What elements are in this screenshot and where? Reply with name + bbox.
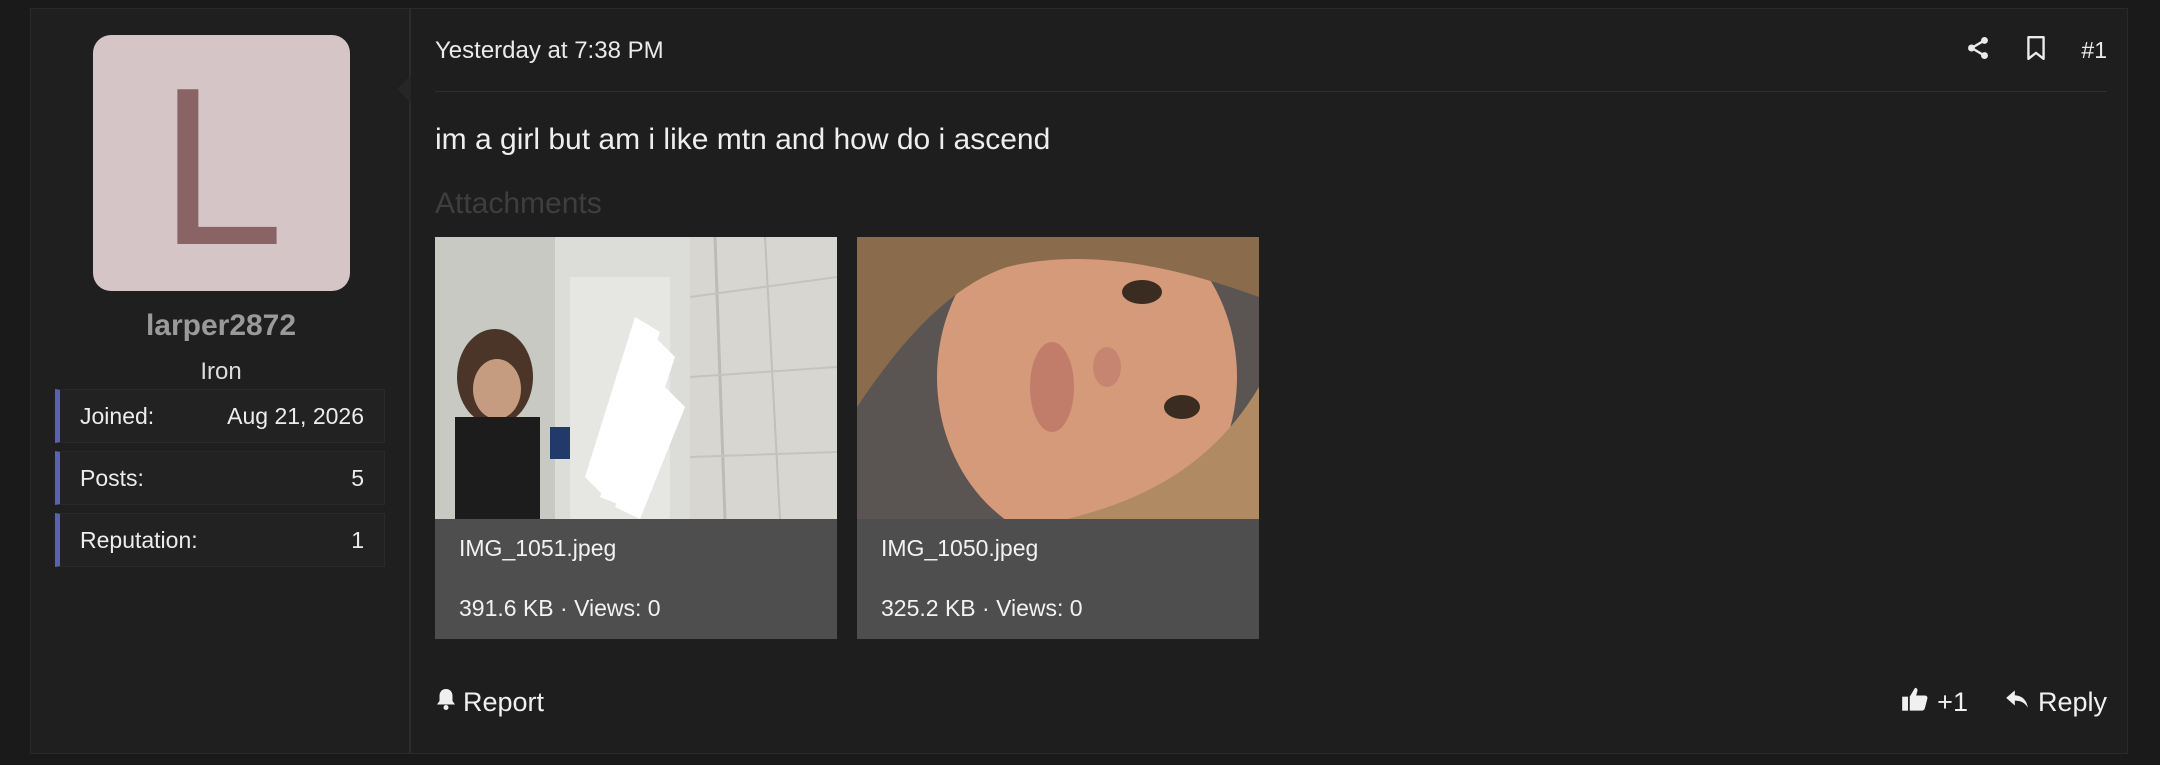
stat-posts: Posts: 5 <box>55 451 385 505</box>
attachments-list: IMG_1051.jpeg 391.6 KB · Views: 0 IMG_10… <box>435 237 1259 639</box>
avatar-letter: L <box>158 39 285 292</box>
attachment-thumbnail[interactable]: IMG_1050.jpeg 325.2 KB · Views: 0 <box>857 237 1259 639</box>
avatar[interactable]: L <box>93 35 350 291</box>
forum-post: L larper2872 Iron Joined: Aug 21, 2026 P… <box>30 8 2128 754</box>
report-button[interactable]: Report <box>435 687 544 718</box>
stat-label: Posts: <box>80 464 144 491</box>
attachment-meta: 325.2 KB · Views: 0 <box>881 595 1083 621</box>
stat-label: Reputation: <box>80 526 198 553</box>
post-footer-actions: +1 Reply <box>1901 685 2107 720</box>
post-timestamp[interactable]: Yesterday at 7:38 PM <box>435 37 664 65</box>
speech-arrow <box>397 75 411 103</box>
report-label: Report <box>463 687 545 717</box>
attachment-meta: 391.6 KB · Views: 0 <box>459 595 661 621</box>
like-button[interactable]: +1 <box>1901 685 1968 720</box>
post-message: im a girl but am i like mtn and how do i… <box>435 123 1051 156</box>
stat-reputation: Reputation: 1 <box>55 513 385 567</box>
post-number-link[interactable]: #1 <box>2081 37 2107 64</box>
like-count: +1 <box>1937 687 1968 717</box>
reply-button[interactable]: Reply <box>2004 686 2107 719</box>
stat-value: Aug 21, 2026 <box>227 402 364 429</box>
attachment-filename: IMG_1050.jpeg <box>881 535 1039 561</box>
bookmark-icon[interactable] <box>2025 35 2047 66</box>
post-body: Yesterday at 7:38 PM #1 im a girl but am… <box>397 9 2127 753</box>
reply-label: Reply <box>2037 687 2107 717</box>
stat-label: Joined: <box>80 402 155 429</box>
stat-joined: Joined: Aug 21, 2026 <box>55 389 385 443</box>
attachment-info: IMG_1050.jpeg 325.2 KB · Views: 0 <box>857 519 1259 639</box>
bell-icon <box>435 687 457 718</box>
attachment-image <box>857 237 1259 519</box>
share-icon[interactable] <box>1965 35 1991 66</box>
user-rank: Iron <box>200 358 242 385</box>
reply-arrow-icon <box>2004 686 2030 719</box>
stat-value: 5 <box>351 464 364 491</box>
attachment-thumbnail[interactable]: IMG_1051.jpeg 391.6 KB · Views: 0 <box>435 237 837 639</box>
user-info-panel: L larper2872 Iron Joined: Aug 21, 2026 P… <box>31 9 411 753</box>
attachment-info: IMG_1051.jpeg 391.6 KB · Views: 0 <box>435 519 837 639</box>
attachment-filename: IMG_1051.jpeg <box>459 535 617 561</box>
attachment-image <box>435 237 837 519</box>
thumbs-up-icon <box>1901 685 1929 720</box>
username-link[interactable]: larper2872 <box>31 309 411 343</box>
stat-value: 1 <box>351 526 364 553</box>
post-header-actions: #1 <box>1965 35 2107 66</box>
attachments-heading: Attachments <box>435 187 602 220</box>
header-divider <box>435 91 2107 92</box>
